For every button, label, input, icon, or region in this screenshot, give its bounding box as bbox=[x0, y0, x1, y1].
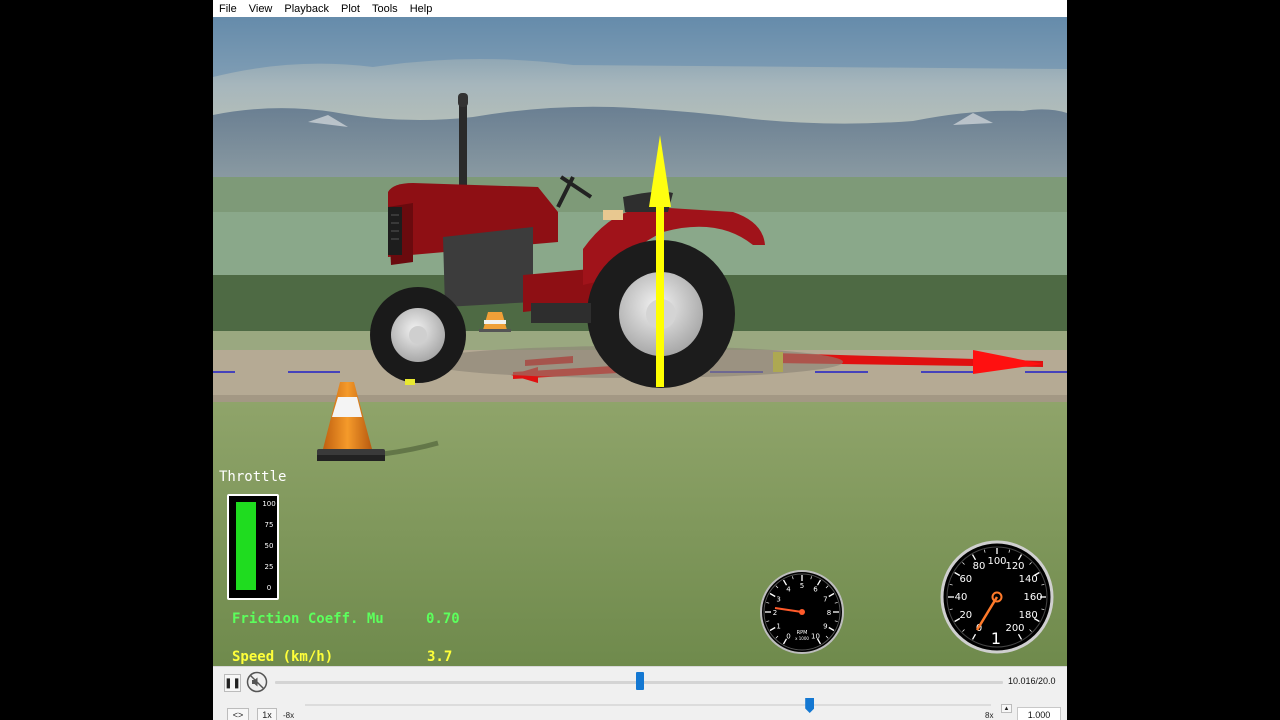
gauge-number: 160 bbox=[1023, 592, 1042, 603]
gauge-number: 40 bbox=[955, 592, 968, 603]
gauge-number: 9 bbox=[823, 623, 827, 631]
mute-button[interactable] bbox=[246, 671, 268, 693]
speedometer-gauge: 020406080100120140160180200 1 bbox=[940, 540, 1054, 654]
menu-tools[interactable]: Tools bbox=[366, 3, 404, 15]
simulation-window: File View Playback Plot Tools Help 0 1 2… bbox=[213, 0, 1067, 720]
playback-controls: ❚❚ 10.016/20.0 <> 1x -8x 8x ▲ 1.000 bbox=[213, 666, 1067, 720]
playback-speed-field[interactable]: 1.000 bbox=[1017, 707, 1061, 720]
gauge-number: 10 bbox=[811, 632, 820, 640]
gauge-number: 140 bbox=[1019, 574, 1038, 585]
timeline-thumb[interactable] bbox=[635, 672, 644, 690]
throttle-tick-25: 25 bbox=[264, 563, 274, 571]
throttle-tick-75: 75 bbox=[264, 521, 274, 529]
friction-value: 0.70 bbox=[426, 611, 460, 627]
mute-icon bbox=[246, 671, 268, 693]
gauge-number: 3 bbox=[776, 596, 780, 604]
time-readout: 10.016/20.0 bbox=[1008, 676, 1056, 686]
menu-file[interactable]: File bbox=[213, 3, 243, 15]
gauge-number: 100 bbox=[987, 556, 1006, 567]
max-speed-label: 8x bbox=[985, 711, 994, 720]
menu-plot[interactable]: Plot bbox=[335, 3, 366, 15]
rpm-unit: x 1000 bbox=[795, 636, 809, 641]
gauge-number: 120 bbox=[1005, 561, 1024, 572]
gauge-number: 80 bbox=[973, 561, 986, 572]
throttle-fill-bar bbox=[236, 502, 256, 590]
scene-render: 012345678910 RPM x 1000 0204060801001201… bbox=[213, 17, 1067, 666]
gauge-number: 60 bbox=[959, 574, 972, 585]
throttle-tick-100: 100 bbox=[262, 500, 276, 508]
speed-value: 3.7 bbox=[427, 649, 453, 665]
gauge-number: 5 bbox=[800, 582, 804, 590]
throttle-gauge: 100 75 50 25 0 bbox=[227, 494, 279, 600]
menu-help[interactable]: Help bbox=[404, 3, 439, 15]
pause-icon: ❚❚ bbox=[224, 677, 241, 689]
menu-bar: File View Playback Plot Tools Help bbox=[213, 0, 1067, 17]
throttle-tick-0: 0 bbox=[266, 584, 272, 592]
gauge-number: 1 bbox=[776, 623, 780, 631]
menu-view[interactable]: View bbox=[243, 3, 279, 15]
speed-label: Speed (km/h) bbox=[232, 649, 334, 665]
gauge-number: 4 bbox=[786, 586, 791, 594]
normal-speed-button[interactable]: 1x bbox=[257, 708, 277, 720]
friction-label: Friction Coeff. Mu bbox=[232, 611, 384, 627]
playback-speed-track[interactable] bbox=[305, 704, 991, 706]
gauge-number: 180 bbox=[1019, 610, 1038, 621]
gauge-number: 0 bbox=[786, 632, 790, 640]
gauge-number: 6 bbox=[813, 586, 818, 594]
throttle-title: Throttle bbox=[219, 469, 287, 485]
rpm-gauge: 01234 5 678910 RPM x 1000 bbox=[760, 570, 844, 654]
gauge-number: 200 bbox=[1005, 623, 1024, 634]
gear-indicator: 1 bbox=[991, 629, 1001, 648]
min-speed-label: -8x bbox=[283, 711, 295, 720]
menu-playback[interactable]: Playback bbox=[278, 3, 335, 15]
gauge-number: 8 bbox=[827, 609, 831, 617]
3d-viewport[interactable]: 012345678910 RPM x 1000 0204060801001201… bbox=[213, 17, 1067, 666]
loop-button[interactable]: <> bbox=[227, 708, 249, 720]
speed-spin-up-button[interactable]: ▲ bbox=[1001, 704, 1012, 713]
throttle-tick-50: 50 bbox=[264, 542, 274, 550]
gauge-number: 20 bbox=[959, 610, 972, 621]
gauge-number: 7 bbox=[823, 596, 827, 604]
gauge-number: 2 bbox=[773, 609, 777, 617]
playback-speed-thumb[interactable] bbox=[805, 698, 815, 713]
pause-button[interactable]: ❚❚ bbox=[224, 674, 241, 692]
triangle-up-icon: ▲ bbox=[1003, 705, 1010, 712]
